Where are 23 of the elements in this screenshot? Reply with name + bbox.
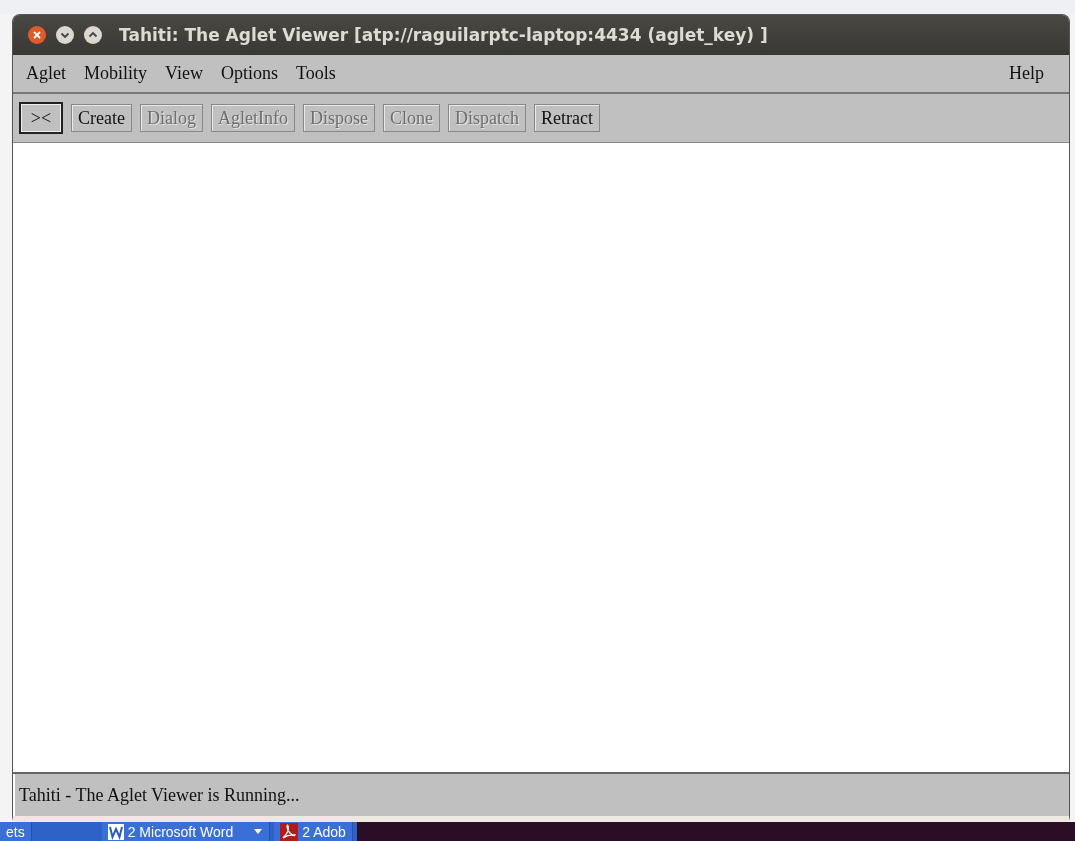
taskbar-label: 2 Microsoft Word — [127, 823, 234, 840]
menu-item[interactable]: View — [162, 63, 218, 84]
caret-icon — [253, 828, 264, 835]
toolbar-button[interactable]: Retract — [533, 104, 600, 132]
maximize-icon[interactable] — [83, 25, 103, 45]
toolbar-button[interactable]: Create — [71, 104, 132, 132]
menu-item[interactable]: Options — [217, 63, 293, 84]
pdf-icon — [280, 822, 299, 841]
taskbar-label: ets — [6, 823, 25, 840]
menu-item[interactable]: Tools — [292, 63, 351, 84]
menu-item[interactable]: Mobility — [81, 63, 162, 84]
taskbar-item[interactable]: ets — [0, 822, 32, 841]
help-menu[interactable]: Help — [1006, 63, 1059, 84]
window-title: Tahiti: The Aglet Viewer [atp://raguilarptc-laptop:4434 (aglet_key) ] — [119, 25, 768, 45]
taskbar-label: 2 Adob — [302, 823, 346, 840]
word-icon — [107, 823, 124, 840]
taskbar-item[interactable]: 2 Microsoft Word — [101, 822, 271, 841]
toolbar-button[interactable]: >< — [19, 102, 63, 134]
status-text: Tahiti - The Aglet Viewer is Running... — [19, 784, 300, 806]
minimize-icon[interactable] — [55, 25, 75, 45]
menu-item[interactable]: Aglet — [23, 63, 81, 84]
taskbar-item[interactable]: 2 Adob — [274, 822, 353, 841]
close-icon[interactable] — [27, 25, 47, 45]
